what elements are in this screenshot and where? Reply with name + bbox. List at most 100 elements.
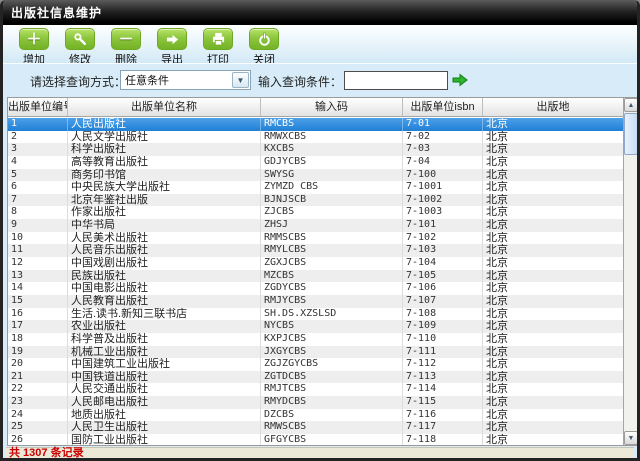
- table-cell: 北京: [483, 156, 623, 169]
- scroll-up-icon[interactable]: ▲: [624, 98, 638, 112]
- table-row[interactable]: 25人民卫生出版社RMWSCBS7-117北京: [8, 421, 623, 434]
- table-cell: 农业出版社: [68, 320, 261, 333]
- table-row[interactable]: 13民族出版社MZCBS7-105北京: [8, 270, 623, 283]
- table-row[interactable]: 14中国电影出版社ZGDYCBS7-106北京: [8, 282, 623, 295]
- table-cell: 北京: [483, 257, 623, 270]
- table-row[interactable]: 12中国戏剧出版社ZGXJCBS7-104北京: [8, 257, 623, 270]
- table-cell: 22: [8, 383, 68, 396]
- table-row[interactable]: 1人民出版社RMCBS7-01北京: [8, 118, 623, 131]
- table-cell: 北京: [483, 421, 623, 434]
- table-cell: 北京: [483, 320, 623, 333]
- scroll-down-icon[interactable]: ▼: [624, 431, 638, 445]
- table-row[interactable]: 15人民教育出版社RMJYCBS7-107北京: [8, 295, 623, 308]
- table-row[interactable]: 6中央民族大学出版社ZYMZD CBS7-1001北京: [8, 181, 623, 194]
- printer-icon: [203, 28, 233, 50]
- table-row[interactable]: 10人民美术出版社RMMSCBS7-102北京: [8, 232, 623, 245]
- table-cell: 25: [8, 421, 68, 434]
- column-header-place[interactable]: 出版地: [483, 98, 623, 116]
- table-cell: 中国电影出版社: [68, 282, 261, 295]
- table-cell: 7-116: [403, 409, 483, 422]
- print-button[interactable]: 打印: [195, 28, 241, 67]
- table-cell: 7-04: [403, 156, 483, 169]
- table-cell: 7-03: [403, 143, 483, 156]
- vertical-scrollbar[interactable]: ▲ ▼: [623, 98, 638, 445]
- table-row[interactable]: 18科学普及出版社KXPJCBS7-110北京: [8, 333, 623, 346]
- table-row[interactable]: 23人民邮电出版社RMYDCBS7-115北京: [8, 396, 623, 409]
- table-row[interactable]: 2人民文学出版社RMWXCBS7-02北京: [8, 131, 623, 144]
- table-cell: 中国戏剧出版社: [68, 257, 261, 270]
- column-header-isbn[interactable]: 出版单位isbn: [403, 98, 483, 116]
- table-cell: 7-114: [403, 383, 483, 396]
- table-row[interactable]: 21中国铁道出版社ZGTDCBS7-113北京: [8, 371, 623, 384]
- table-cell: 18: [8, 333, 68, 346]
- table-cell: 北京: [483, 295, 623, 308]
- table-cell: ZJCBS: [261, 206, 403, 219]
- table-cell: SWYSG: [261, 169, 403, 182]
- table-row[interactable]: 19机械工业出版社JXGYCBS7-111北京: [8, 346, 623, 359]
- close-button[interactable]: 关闭: [241, 28, 287, 67]
- table-cell: 7-1001: [403, 181, 483, 194]
- table-row[interactable]: 9中华书局ZHSJ7-101北京: [8, 219, 623, 232]
- delete-button[interactable]: － 删除: [103, 28, 149, 67]
- table-row[interactable]: 5商务印书馆SWYSG7-100北京: [8, 169, 623, 182]
- table-cell: 7: [8, 194, 68, 207]
- table-row[interactable]: 22人民交通出版社RMJTCBS7-114北京: [8, 383, 623, 396]
- table-cell: 7-106: [403, 282, 483, 295]
- table-row[interactable]: 17农业出版社NYCBS7-109北京: [8, 320, 623, 333]
- table-row[interactable]: 11人民音乐出版社RMYLCBS7-103北京: [8, 244, 623, 257]
- table-cell: 7-104: [403, 257, 483, 270]
- table-cell: 北京: [483, 333, 623, 346]
- query-condition-input[interactable]: [344, 71, 448, 90]
- table-row[interactable]: 24地质出版社DZCBS7-116北京: [8, 409, 623, 422]
- table-cell: RMJYCBS: [261, 295, 403, 308]
- table-cell: 北京: [483, 308, 623, 321]
- table-cell: 北京: [483, 346, 623, 359]
- table-cell: BJNJSCB: [261, 194, 403, 207]
- go-arrow-button[interactable]: [452, 72, 468, 88]
- table-cell: 人民出版社: [68, 118, 261, 131]
- table-row[interactable]: 26国防工业出版社GFGYCBS7-118北京: [8, 434, 623, 445]
- export-arrow-icon: [157, 28, 187, 50]
- table-cell: ZGXJCBS: [261, 257, 403, 270]
- column-header-id[interactable]: 出版单位编号: [8, 98, 68, 116]
- table-cell: 12: [8, 257, 68, 270]
- export-button[interactable]: 导出: [149, 28, 195, 67]
- table-row[interactable]: 20中国建筑工业出版社ZGJZGYCBS7-112北京: [8, 358, 623, 371]
- table-cell: 7-01: [403, 118, 483, 131]
- table-cell: 北京: [483, 232, 623, 245]
- table-row[interactable]: 7北京年鉴社出版BJNJSCB7-1002北京: [8, 194, 623, 207]
- table-cell: 高等教育出版社: [68, 156, 261, 169]
- table-cell: 6: [8, 181, 68, 194]
- table-cell: 7-102: [403, 232, 483, 245]
- table-row[interactable]: 4高等教育出版社GDJYCBS7-04北京: [8, 156, 623, 169]
- scrollbar-thumb[interactable]: [624, 113, 638, 155]
- table-row[interactable]: 8作家出版社ZJCBS7-1003北京: [8, 206, 623, 219]
- table-cell: RMCBS: [261, 118, 403, 131]
- table-cell: 北京: [483, 358, 623, 371]
- table-body: 1人民出版社RMCBS7-01北京2人民文学出版社RMWXCBS7-02北京3科…: [8, 118, 623, 445]
- table-cell: 地质出版社: [68, 409, 261, 422]
- table-cell: DZCBS: [261, 409, 403, 422]
- table-row[interactable]: 3科学出版社KXCBS7-03北京: [8, 143, 623, 156]
- modify-button[interactable]: 修改: [57, 28, 103, 67]
- table-cell: 7-109: [403, 320, 483, 333]
- column-header-name[interactable]: 出版单位名称: [68, 98, 261, 116]
- query-mode-select[interactable]: 任意条件 ▼: [120, 70, 251, 90]
- table-cell: 7-111: [403, 346, 483, 359]
- publisher-table: 出版单位编号 出版单位名称 输入码 出版单位isbn 出版地 1人民出版社RMC…: [7, 97, 639, 446]
- table-cell: 7-112: [403, 358, 483, 371]
- table-cell: 4: [8, 156, 68, 169]
- table-cell: 北京: [483, 409, 623, 422]
- column-header-code[interactable]: 输入码: [261, 98, 403, 116]
- table-row[interactable]: 16生活.读书.新知三联书店SH.DS.XZSLSD7-108北京: [8, 308, 623, 321]
- table-cell: 14: [8, 282, 68, 295]
- table-cell: ZGTDCBS: [261, 371, 403, 384]
- add-button[interactable]: ＋ 增加: [11, 28, 57, 67]
- table-cell: 7-100: [403, 169, 483, 182]
- table-cell: 16: [8, 308, 68, 321]
- table-cell: 科学出版社: [68, 143, 261, 156]
- table-cell: 北京: [483, 206, 623, 219]
- table-cell: 中央民族大学出版社: [68, 181, 261, 194]
- chevron-down-icon[interactable]: ▼: [232, 72, 249, 88]
- table-cell: 11: [8, 244, 68, 257]
